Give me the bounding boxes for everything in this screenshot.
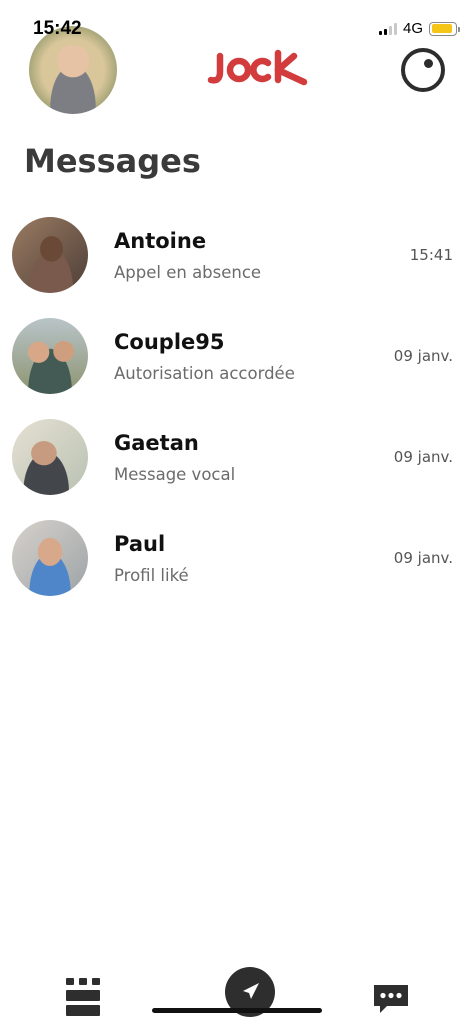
conversation-time: 09 janv. (393, 448, 453, 466)
home-indicator (152, 1008, 322, 1013)
camera-button[interactable] (401, 48, 445, 92)
messages-screen: 15:42 4G Messages Antoine Appel en absen… (0, 0, 473, 1024)
battery-icon (429, 21, 460, 36)
avatar[interactable] (12, 318, 88, 394)
conversation-time: 09 janv. (393, 347, 453, 365)
conversation-name: Couple95 (114, 330, 225, 354)
status-indicators: 4G (378, 20, 460, 37)
conversation-preview: Appel en absence (114, 263, 262, 282)
conversation-name: Paul (114, 532, 166, 556)
conversation-preview: Autorisation accordée (114, 364, 295, 383)
status-time: 15:42 (33, 18, 82, 39)
conversation-time: 09 janv. (393, 549, 453, 567)
avatar[interactable] (12, 419, 88, 495)
network-label: 4G (402, 20, 423, 37)
conversation-list: Antoine Appel en absence 15:41 Couple95 … (0, 213, 473, 617)
tab-bar (0, 967, 473, 1024)
conversation-item[interactable]: Couple95 Autorisation accordée 09 janv. (0, 314, 473, 415)
conversation-item[interactable]: Paul Profil liké 09 janv. (0, 516, 473, 617)
chat-bubble-icon[interactable] (372, 982, 410, 1016)
signal-icon (378, 22, 397, 35)
conversation-item[interactable]: Gaetan Message vocal 09 janv. (0, 415, 473, 516)
conversation-preview: Profil liké (114, 566, 189, 585)
conversation-preview: Message vocal (114, 465, 236, 484)
avatar[interactable] (12, 217, 88, 293)
conversation-name: Gaetan (114, 431, 199, 455)
camera-lens-icon (424, 59, 433, 68)
jock-logo (207, 49, 308, 86)
avatar[interactable] (12, 520, 88, 596)
conversation-item[interactable]: Antoine Appel en absence 15:41 (0, 213, 473, 314)
conversation-name: Antoine (114, 229, 207, 253)
grid-icon[interactable] (66, 978, 100, 1018)
page-title: Messages (24, 142, 201, 180)
conversation-time: 15:41 (409, 246, 453, 264)
